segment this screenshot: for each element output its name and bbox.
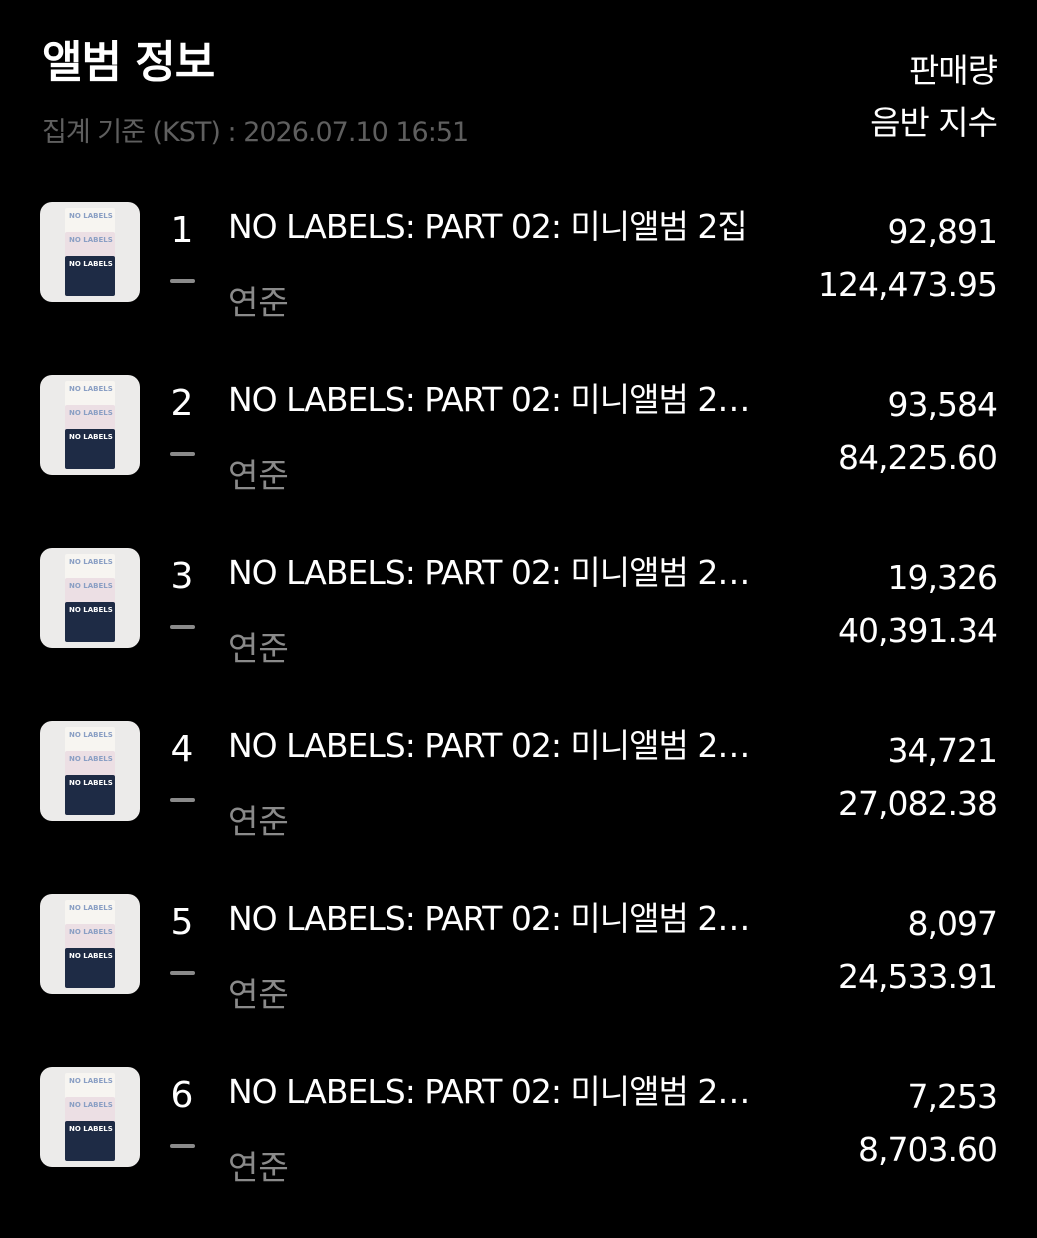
album-cover[interactable]: NO LABELS NO LABELS NO LABELS	[40, 548, 140, 648]
album-index-value: 40,391.34	[838, 611, 998, 650]
album-index-value: 84,225.60	[838, 438, 998, 477]
cover-label: NO LABELS	[69, 582, 113, 590]
cover-label: NO LABELS	[69, 904, 113, 912]
dash-icon	[170, 1144, 195, 1148]
cover-label: NO LABELS	[69, 1101, 113, 1109]
artist-name[interactable]: 연준	[228, 276, 289, 324]
album-title[interactable]: NO LABELS: PART 02: 미니앨범 2…	[228, 892, 764, 940]
cover-label: NO LABELS	[69, 755, 113, 763]
album-cover[interactable]: NO LABELS NO LABELS NO LABELS	[40, 375, 140, 475]
album-title[interactable]: NO LABELS: PART 02: 미니앨범 2집	[228, 200, 764, 248]
chart-row[interactable]: NO LABELS NO LABELS NO LABELS 3 NO LABEL…	[0, 546, 1037, 719]
album-cover[interactable]: NO LABELS NO LABELS NO LABELS	[40, 202, 140, 302]
cover-card: NO LABELS	[65, 256, 115, 296]
cover-card: NO LABELS	[65, 602, 115, 642]
artist-name[interactable]: 연준	[228, 1141, 289, 1189]
header: 앨범 정보 집계 기준 (KST) : 2026.07.10 16:51 판매량…	[0, 0, 1037, 170]
sales-value: 19,326	[887, 558, 998, 597]
dash-icon	[170, 279, 195, 283]
sales-value: 7,253	[907, 1077, 998, 1116]
aggregation-timestamp: 집계 기준 (KST) : 2026.07.10 16:51	[42, 117, 469, 148]
chart-row[interactable]: NO LABELS NO LABELS NO LABELS 4 NO LABEL…	[0, 719, 1037, 892]
rank-number: 3	[170, 556, 194, 597]
rank-number: 2	[170, 383, 194, 424]
cover-label: NO LABELS	[69, 928, 113, 936]
cover-card: NO LABELS	[65, 775, 115, 815]
artist-name[interactable]: 연준	[228, 449, 289, 497]
artist-name[interactable]: 연준	[228, 968, 289, 1016]
cover-label: NO LABELS	[69, 731, 113, 739]
album-cover[interactable]: NO LABELS NO LABELS NO LABELS	[40, 894, 140, 994]
chart-row[interactable]: NO LABELS NO LABELS NO LABELS 5 NO LABEL…	[0, 892, 1037, 1065]
artist-name[interactable]: 연준	[228, 795, 289, 843]
page-title: 앨범 정보	[42, 37, 215, 88]
cover-card: NO LABELS	[65, 1121, 115, 1161]
album-title[interactable]: NO LABELS: PART 02: 미니앨범 2…	[228, 1065, 764, 1113]
cover-label: NO LABELS	[69, 409, 113, 417]
dash-icon	[170, 452, 195, 456]
rank-number: 4	[170, 729, 194, 770]
cover-label: NO LABELS	[69, 260, 113, 268]
cover-label: NO LABELS	[69, 779, 113, 787]
album-title[interactable]: NO LABELS: PART 02: 미니앨범 2…	[228, 546, 764, 594]
album-cover[interactable]: NO LABELS NO LABELS NO LABELS	[40, 1067, 140, 1167]
cover-label: NO LABELS	[69, 433, 113, 441]
artist-name[interactable]: 연준	[228, 622, 289, 670]
cover-label: NO LABELS	[69, 952, 113, 960]
column-header-sales[interactable]: 판매량	[909, 44, 998, 92]
album-chart-list: NO LABELS NO LABELS NO LABELS 1 NO LABEL…	[0, 200, 1037, 1238]
album-cover[interactable]: NO LABELS NO LABELS NO LABELS	[40, 721, 140, 821]
cover-label: NO LABELS	[69, 212, 113, 220]
rank-number: 6	[170, 1075, 194, 1116]
chart-row[interactable]: NO LABELS NO LABELS NO LABELS 2 NO LABEL…	[0, 373, 1037, 546]
dash-icon	[170, 798, 195, 802]
sales-value: 34,721	[887, 731, 998, 770]
cover-label: NO LABELS	[69, 236, 113, 244]
cover-label: NO LABELS	[69, 606, 113, 614]
dash-icon	[170, 625, 195, 629]
rank-number: 5	[170, 902, 194, 943]
cover-label: NO LABELS	[69, 385, 113, 393]
cover-card: NO LABELS	[65, 429, 115, 469]
chart-row[interactable]: NO LABELS NO LABELS NO LABELS 1 NO LABEL…	[0, 200, 1037, 373]
cover-label: NO LABELS	[69, 1125, 113, 1133]
album-index-value: 8,703.60	[858, 1130, 998, 1169]
rank-number: 1	[170, 210, 194, 251]
album-title[interactable]: NO LABELS: PART 02: 미니앨범 2…	[228, 373, 764, 421]
sales-value: 8,097	[907, 904, 998, 943]
cover-label: NO LABELS	[69, 558, 113, 566]
sales-value: 93,584	[887, 385, 998, 424]
chart-row[interactable]: NO LABELS NO LABELS NO LABELS 6 NO LABEL…	[0, 1065, 1037, 1238]
dash-icon	[170, 971, 195, 975]
cover-card: NO LABELS	[65, 948, 115, 988]
cover-label: NO LABELS	[69, 1077, 113, 1085]
album-index-value: 27,082.38	[838, 784, 998, 823]
sales-value: 92,891	[887, 212, 998, 251]
album-index-value: 124,473.95	[818, 265, 998, 304]
album-index-value: 24,533.91	[838, 957, 998, 996]
album-title[interactable]: NO LABELS: PART 02: 미니앨범 2…	[228, 719, 764, 767]
column-header-album-index[interactable]: 음반 지수	[870, 96, 998, 144]
